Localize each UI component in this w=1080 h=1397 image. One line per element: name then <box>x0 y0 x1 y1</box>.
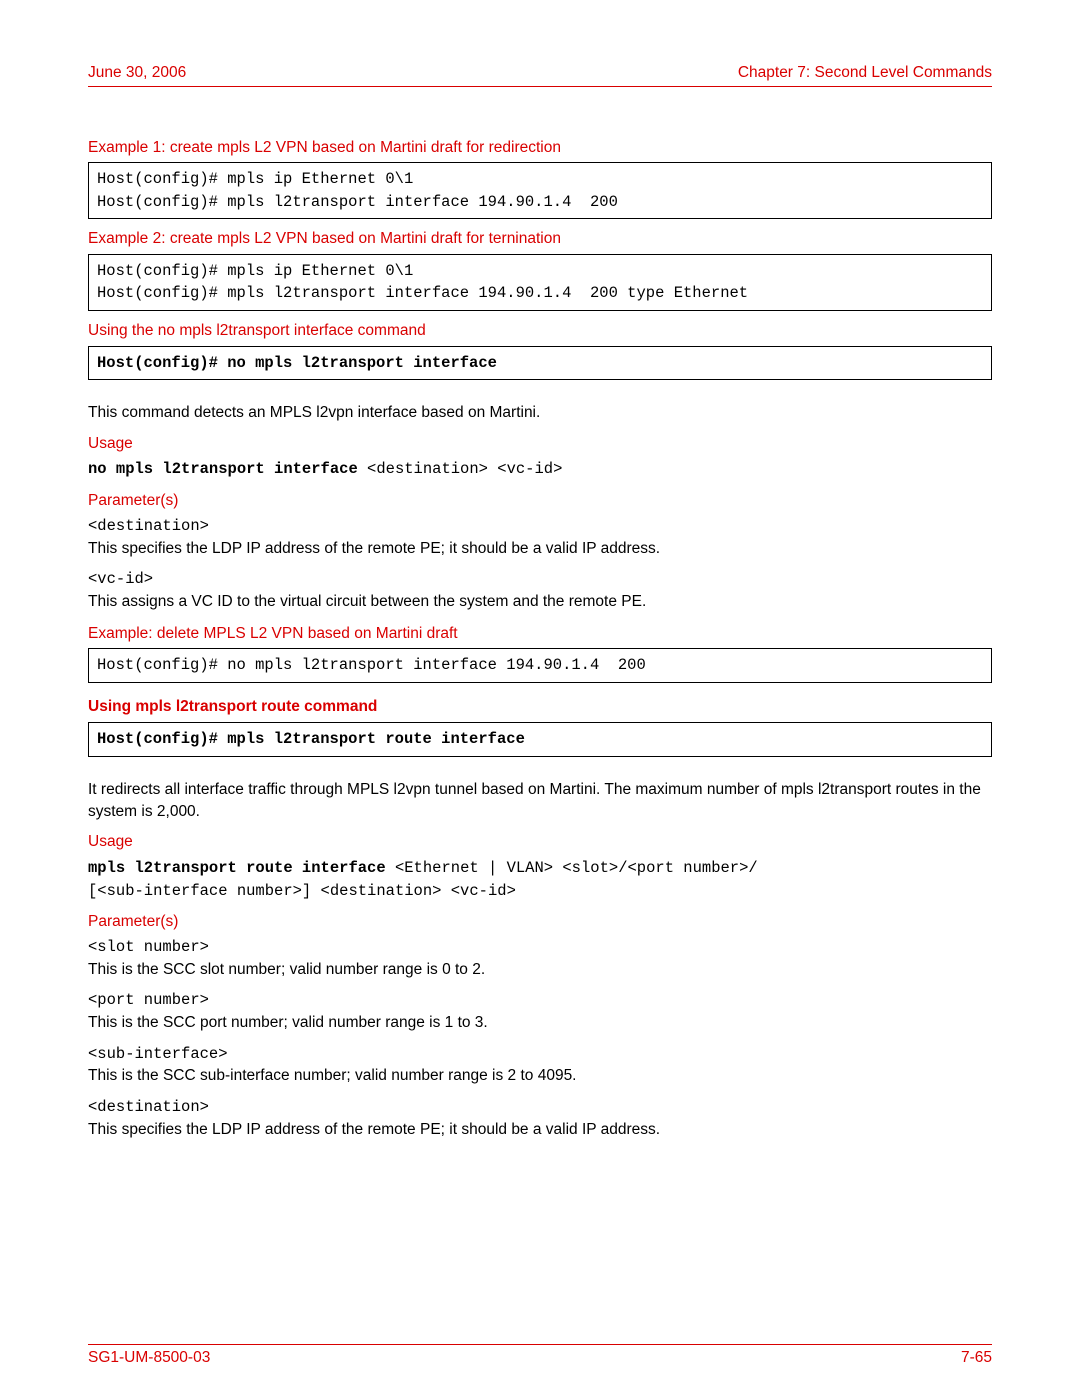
param-slot-name: <slot number> <box>88 937 992 959</box>
param-subinterface-desc: This is the SCC sub-interface number; va… <box>88 1065 992 1087</box>
usage-1: no mpls l2transport interface <destinati… <box>88 458 992 481</box>
param-subinterface: <sub-interface> This is the SCC sub-inte… <box>88 1044 992 1087</box>
header-date: June 30, 2006 <box>88 62 186 84</box>
route-command-code: Host(config)# mpls l2transport route int… <box>88 722 992 756</box>
param-port: <port number> This is the SCC port numbe… <box>88 990 992 1033</box>
usage-1-args: <destination> <vc-id> <box>367 460 562 478</box>
footer-docid: SG1-UM-8500-03 <box>88 1347 210 1369</box>
example2-heading: Example 2: create mpls L2 VPN based on M… <box>88 228 992 250</box>
footer-pagenum: 7-65 <box>961 1347 992 1369</box>
param-vcid-name: <vc-id> <box>88 569 992 591</box>
usage-2-command: mpls l2transport route interface <box>88 859 395 877</box>
no-mpls-heading: Using the no mpls l2transport interface … <box>88 320 992 342</box>
param-port-desc: This is the SCC port number; valid numbe… <box>88 1012 992 1034</box>
params-label-2: Parameter(s) <box>88 911 992 933</box>
param-destination-2: <destination> This specifies the LDP IP … <box>88 1097 992 1140</box>
usage-label-1: Usage <box>88 433 992 455</box>
param-destination-2-desc: This specifies the LDP IP address of the… <box>88 1119 992 1141</box>
route-command-title: Using mpls l2transport route command <box>88 696 992 718</box>
route-command-description: It redirects all interface traffic throu… <box>88 779 992 822</box>
example2-code: Host(config)# mpls ip Ethernet 0\1 Host(… <box>88 254 992 311</box>
param-slot-desc: This is the SCC slot number; valid numbe… <box>88 959 992 981</box>
usage-2-args-line2: [<sub-interface number>] <destination> <… <box>88 882 516 900</box>
example1-heading: Example 1: create mpls L2 VPN based on M… <box>88 137 992 159</box>
param-destination-2-name: <destination> <box>88 1097 992 1119</box>
header-rule <box>88 86 992 87</box>
example-delete-heading: Example: delete MPLS L2 VPN based on Mar… <box>88 623 992 645</box>
param-vcid-desc: This assigns a VC ID to the virtual circ… <box>88 591 992 613</box>
no-mpls-description: This command detects an MPLS l2vpn inter… <box>88 402 992 424</box>
no-mpls-code: Host(config)# no mpls l2transport interf… <box>88 346 992 380</box>
usage-label-2: Usage <box>88 831 992 853</box>
param-port-name: <port number> <box>88 990 992 1012</box>
header-chapter: Chapter 7: Second Level Commands <box>738 62 992 84</box>
param-vcid: <vc-id> This assigns a VC ID to the virt… <box>88 569 992 612</box>
param-subinterface-name: <sub-interface> <box>88 1044 992 1066</box>
param-destination-name: <destination> <box>88 516 992 538</box>
params-label-1: Parameter(s) <box>88 490 992 512</box>
usage-2-args-line1: <Ethernet | VLAN> <slot>/<port number>/ <box>395 859 758 877</box>
param-slot: <slot number> This is the SCC slot numbe… <box>88 937 992 980</box>
param-destination: <destination> This specifies the LDP IP … <box>88 516 992 559</box>
usage-2: mpls l2transport route interface <Ethern… <box>88 857 992 902</box>
page-footer: SG1-UM-8500-03 7-65 <box>88 1347 992 1369</box>
example-delete-code: Host(config)# no mpls l2transport interf… <box>88 648 992 682</box>
page-header: June 30, 2006 Chapter 7: Second Level Co… <box>88 62 992 84</box>
param-destination-desc: This specifies the LDP IP address of the… <box>88 538 992 560</box>
footer-rule <box>88 1344 992 1345</box>
usage-1-command: no mpls l2transport interface <box>88 460 367 478</box>
example1-code: Host(config)# mpls ip Ethernet 0\1 Host(… <box>88 162 992 219</box>
